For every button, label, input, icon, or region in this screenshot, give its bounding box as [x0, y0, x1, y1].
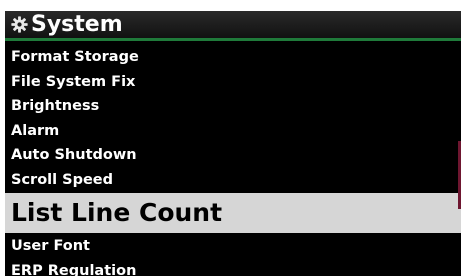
menu-header: System [5, 11, 461, 41]
menu-item-scroll-speed[interactable]: Scroll Speed [5, 168, 461, 193]
menu-item-list-line-count[interactable]: List Line Count [5, 193, 461, 233]
menu-item-format-storage[interactable]: Format Storage [5, 45, 461, 70]
page-title: System [31, 12, 123, 37]
menu-item-user-font[interactable]: User Font [5, 234, 461, 259]
system-menu-screen: System Format Storage File System Fix Br… [5, 11, 461, 276]
gear-icon [11, 16, 28, 33]
settings-menu-list: Format Storage File System Fix Brightnes… [5, 45, 461, 276]
menu-item-erp-regulation[interactable]: ERP Regulation [5, 259, 461, 276]
menu-item-brightness[interactable]: Brightness [5, 94, 461, 119]
menu-item-auto-shutdown[interactable]: Auto Shutdown [5, 143, 461, 168]
menu-item-file-system-fix[interactable]: File System Fix [5, 70, 461, 95]
menu-item-alarm[interactable]: Alarm [5, 119, 461, 144]
scrollbar[interactable] [458, 141, 461, 209]
